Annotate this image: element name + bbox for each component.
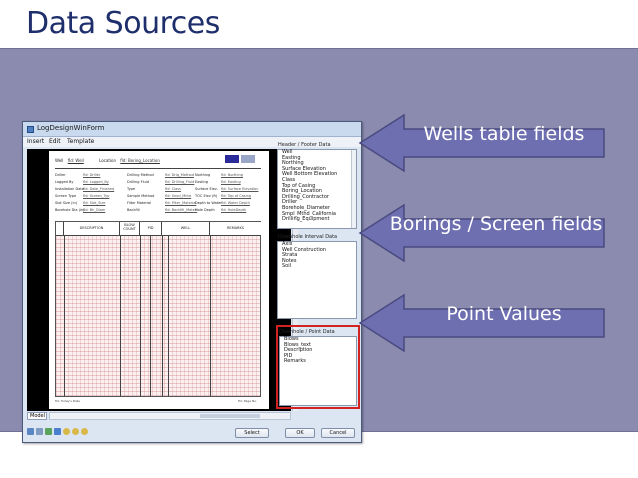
pencil-icon[interactable] [36, 428, 43, 435]
header-field[interactable]: fld: Class [165, 187, 181, 191]
depth-column [56, 222, 64, 236]
column-well[interactable]: WELL [162, 222, 210, 236]
header-label: Drilling Fluid [127, 180, 149, 184]
interval-data-list[interactable]: Axis Well Construction Strata Notes Soil [277, 241, 357, 319]
column-remarks[interactable]: REMARKS [210, 222, 261, 236]
window-title: LogDesignWinForm [37, 124, 105, 132]
header-label: Type [127, 187, 136, 191]
zoom-out-icon[interactable] [72, 428, 79, 435]
log-design-window: LogDesignWinForm Insert Edit Template We… [22, 121, 362, 443]
zoom-fit-icon[interactable] [81, 428, 88, 435]
header-label: Northing [195, 173, 211, 177]
point-data-label: Downhole / Point Data [279, 329, 335, 335]
header-footer-list[interactable]: Well Easting Northing Surface Elevation Well… [277, 149, 357, 229]
header-label: Drilling Method [127, 173, 154, 177]
header-field[interactable]: fld: Drilling_Fluid [165, 180, 194, 184]
design-canvas[interactable]: Well fld: Well Location fld: Boring_Loca… [27, 149, 291, 411]
header-label: Surface Elev. [195, 187, 218, 191]
well-field[interactable]: fld: Well [68, 158, 84, 163]
header-label: Filter Material [127, 201, 151, 205]
header-footer-label: Header / Footer Data [278, 142, 331, 148]
callout-borings-text: Borings / Screen fields [389, 213, 603, 235]
header-divider [55, 168, 261, 169]
header-label: Backfill [127, 208, 140, 212]
grid-line [140, 236, 141, 396]
header-label: Driller [55, 173, 66, 177]
menu-template[interactable]: Template [67, 138, 94, 145]
ok-button[interactable]: OK [285, 428, 315, 438]
header-field[interactable]: fld: Smpl_Mthd [165, 194, 191, 198]
grid-line [168, 236, 169, 396]
canvas-horizontal-scrollbar[interactable] [49, 412, 291, 420]
column-description[interactable]: DESCRIPTION [64, 222, 120, 236]
slide-title: Data Sources [26, 6, 220, 41]
list-item[interactable]: Soil [280, 264, 356, 270]
column-pid[interactable]: PID [140, 222, 162, 236]
header-field[interactable]: fld: Top of Casing [221, 194, 251, 198]
header-label: Logged By [55, 180, 74, 184]
header-field[interactable]: fld: Easting [221, 180, 241, 184]
header-field[interactable]: fld: Surface Elevation [221, 187, 258, 191]
logo-box-2[interactable] [241, 155, 255, 163]
tab-model[interactable]: Model [27, 412, 47, 420]
list-item[interactable]: Drilling_Equipment [280, 217, 356, 223]
triangle-icon[interactable] [45, 428, 52, 435]
header-field[interactable]: fld: Screen_Typ [83, 194, 109, 198]
chart-icon[interactable] [54, 428, 61, 435]
well-label: Well [55, 158, 64, 163]
point-data-list[interactable]: Blows Blows_text Description PID Remarks [279, 336, 357, 406]
footer-date-field[interactable]: fld: Today's Date [55, 399, 80, 403]
window-titlebar[interactable]: LogDesignWinForm [23, 122, 361, 137]
location-label: Location [99, 158, 116, 163]
grid-line [162, 236, 163, 396]
header-label: Screen Type [55, 194, 77, 198]
header-field[interactable]: fld: Filter_Material [165, 201, 196, 205]
menu-edit[interactable]: Edit [49, 138, 61, 145]
app-icon [27, 126, 34, 133]
interval-data-label: Downhole Interval Data [278, 234, 338, 240]
header-field[interactable]: fld: Logged_By [83, 180, 109, 184]
header-field[interactable]: fld: Backfill_Materl [165, 208, 197, 212]
content-band: LogDesignWinForm Insert Edit Template We… [0, 48, 638, 443]
header-label: Hole Depth [195, 208, 215, 212]
header-field[interactable]: fld: Slot_Size [83, 201, 105, 205]
select-button[interactable]: Select [235, 428, 269, 438]
callout-wells-text: Wells table fields [423, 123, 585, 145]
header-field[interactable]: fld: HoleDepth [221, 208, 246, 212]
menu-insert[interactable]: Insert [27, 138, 44, 145]
header-field[interactable]: fld: Northing [221, 173, 243, 177]
header-label: Installation Date [55, 187, 84, 191]
column-blow-count[interactable]: BLOW COUNT [120, 222, 140, 236]
callout-point-text: Point Values [446, 303, 562, 325]
header-label: TOC Elev (ft) [195, 194, 218, 198]
cancel-button[interactable]: Cancel [321, 428, 355, 438]
footer-page-field[interactable]: fld: Page No. [238, 399, 257, 403]
header-field[interactable]: fld: Drlg_Method [165, 173, 194, 177]
grid-line [120, 236, 121, 396]
page-footer: fld: Today's Date fld: Page No. [55, 399, 261, 403]
header-field[interactable]: fld: Water Depth [221, 201, 250, 205]
scroll-thumb[interactable] [200, 414, 260, 418]
list-item[interactable]: Remarks [282, 359, 356, 365]
log-grid[interactable]: DESCRIPTION BLOW COUNT PID WELL REMARKS [55, 221, 261, 397]
header-field[interactable]: fld: Date_Finished [83, 187, 114, 191]
header-label: Depth to Water [195, 201, 222, 205]
logo-box[interactable] [225, 155, 239, 163]
header-field[interactable]: fld: Bh_Diam [83, 208, 105, 212]
select-tool-icon[interactable] [27, 428, 34, 435]
header-label: Slot Size (in) [55, 201, 78, 205]
header-label: Borehole Dia (in) [55, 208, 85, 212]
log-page[interactable]: Well fld: Well Location fld: Boring_Loca… [49, 151, 269, 409]
header-label: Easting [195, 180, 208, 184]
grid-line [210, 236, 211, 396]
list-scrollbar[interactable] [351, 150, 356, 228]
zoom-toolbar [27, 428, 107, 438]
zoom-in-icon[interactable] [63, 428, 70, 435]
grid-line [64, 236, 65, 396]
header-label: Sample Method [127, 194, 155, 198]
header-field[interactable]: fld: Driller [83, 173, 100, 177]
grid-line [150, 236, 151, 396]
location-field[interactable]: fld: Boring_Location [120, 158, 160, 163]
